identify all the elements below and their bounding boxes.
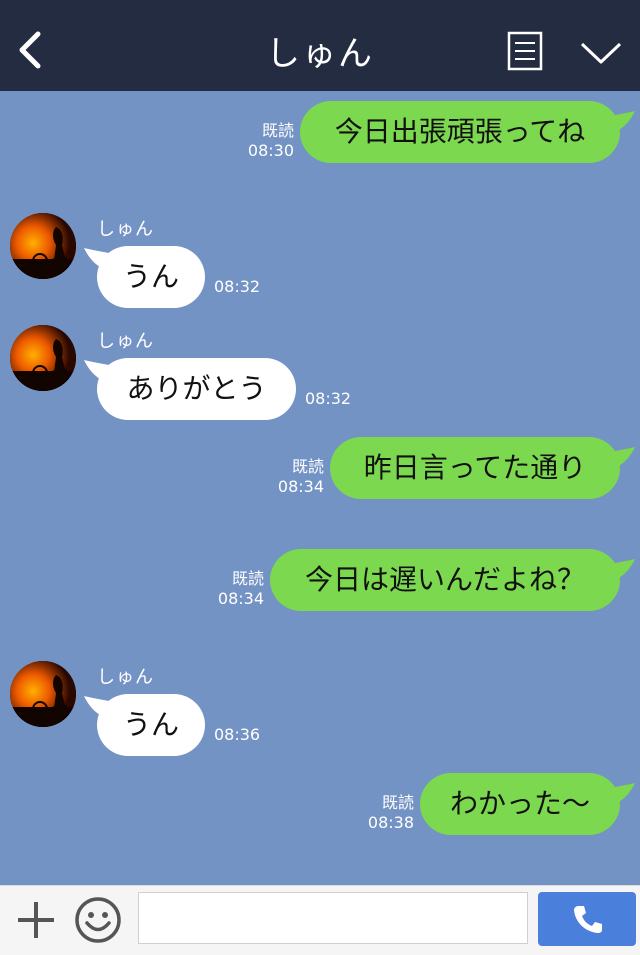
sender-name: しゅん (97, 219, 154, 240)
message-time: 08:32 (305, 389, 352, 408)
message-row: 既読 08:34 今日は遅いんだよね？ (0, 549, 640, 619)
message-list[interactable]: 既読 08:30 今日出張頑張ってね しゅん うん 08:32 しゅん ありがと… (0, 91, 640, 885)
message-bubble[interactable]: うん (97, 246, 205, 308)
sunset-silhouette-image (10, 661, 76, 727)
message-time: 08:34 (217, 589, 264, 608)
avatar[interactable] (10, 213, 76, 279)
composer-bar (0, 885, 640, 955)
read-label: 既読 (291, 457, 324, 476)
message-bubble[interactable]: 今日出張頑張ってね (300, 101, 620, 163)
message-time: 08:32 (214, 277, 261, 296)
sunset-silhouette-image (10, 325, 76, 391)
message-meta: 既読 08:38 (368, 793, 414, 833)
sunset-silhouette-image (10, 213, 76, 279)
message-time: 08:36 (214, 725, 261, 744)
message-row: 既読 08:34 昨日言ってた通り (0, 437, 640, 507)
message-row: しゅん ありがとう 08:32 (0, 323, 640, 423)
message-meta: 既読 08:34 (278, 457, 324, 497)
message-bubble[interactable]: わかった〜 (420, 773, 620, 835)
message-meta: 既読 08:34 (218, 569, 264, 609)
message-time: 08:38 (367, 813, 414, 832)
message-row: 既読 08:38 わかった〜 (0, 773, 640, 843)
message-row: しゅん うん 08:36 (0, 659, 640, 759)
message-time: 08:30 (247, 141, 294, 160)
message-bubble[interactable]: うん (97, 694, 205, 756)
message-bubble[interactable]: ありがとう (97, 358, 296, 420)
avatar[interactable] (10, 325, 76, 391)
sender-name: しゅん (97, 331, 154, 352)
message-row: しゅん うん 08:32 (0, 211, 640, 311)
message-bubble[interactable]: 昨日言ってた通り (330, 437, 620, 499)
avatar[interactable] (10, 661, 76, 727)
read-label: 既読 (231, 569, 264, 588)
plus-icon[interactable] (14, 898, 58, 942)
phone-icon (574, 906, 602, 933)
memo-icon[interactable] (507, 31, 543, 71)
chat-header: しゅん (0, 0, 640, 91)
chat-title: しゅん (266, 34, 374, 74)
message-meta: 既読 08:30 (248, 121, 294, 161)
read-label: 既読 (261, 121, 294, 140)
call-button[interactable] (538, 892, 636, 946)
read-label: 既読 (381, 793, 414, 812)
message-time: 08:34 (277, 477, 324, 496)
message-row: 既読 08:30 今日出張頑張ってね (0, 101, 640, 171)
smile-icon[interactable] (74, 896, 122, 944)
message-bubble[interactable]: 今日は遅いんだよね？ (270, 549, 620, 611)
chevron-down-icon[interactable] (578, 38, 624, 68)
sender-name: しゅん (97, 667, 154, 688)
message-input[interactable] (138, 892, 528, 944)
